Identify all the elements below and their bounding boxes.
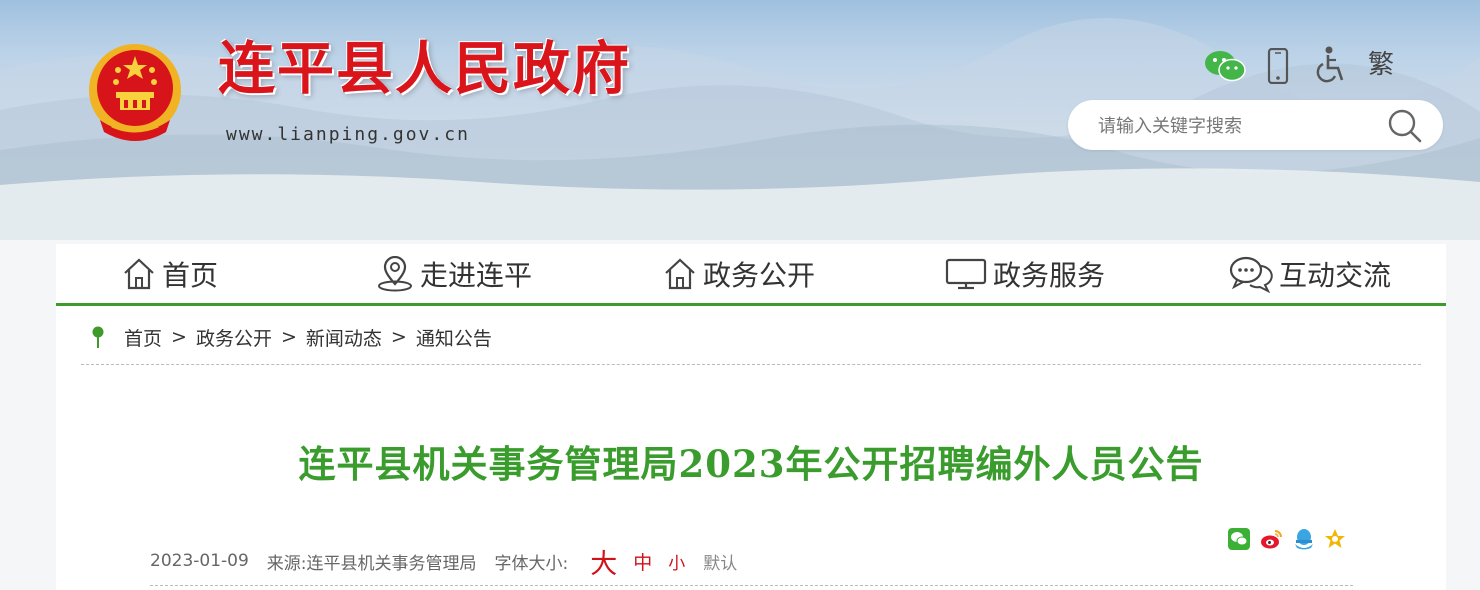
- search-input[interactable]: [1096, 108, 1380, 144]
- location-pin-icon: [92, 326, 104, 348]
- nav-label: 互动交流: [1279, 258, 1392, 292]
- divider: [81, 364, 1421, 365]
- nav-label: 政务公开: [703, 258, 816, 292]
- source-label: 来源:: [266, 553, 307, 574]
- traditional-chinese-toggle[interactable]: 繁: [1368, 44, 1394, 86]
- nav-label: 政务服务: [993, 258, 1106, 292]
- divider: [150, 585, 1353, 586]
- header-tools: 繁: [1200, 44, 1410, 86]
- nav-label: 走进连平: [420, 258, 533, 292]
- font-size-large-button[interactable]: 大: [590, 542, 617, 581]
- home-icon: [124, 257, 154, 289]
- mobile-icon[interactable]: [1267, 47, 1289, 88]
- site-url: www.lianping.gov.cn: [226, 124, 470, 145]
- article-meta: 2023-01-09 来源: 连平县机关事务管理局 字体大小: 大 中 小 默认: [150, 546, 737, 580]
- weibo-share-icon[interactable]: [1260, 528, 1284, 554]
- font-size-label: 字体大小:: [494, 553, 569, 574]
- font-size-medium-button[interactable]: 中: [633, 548, 652, 575]
- main-nav: 首页 走进连平 政务公开 政务服务 互动交流: [56, 244, 1446, 306]
- wechat-share-icon[interactable]: [1228, 528, 1250, 554]
- nav-item-government-affairs[interactable]: 政务公开: [663, 244, 815, 303]
- search-icon[interactable]: [1387, 108, 1423, 148]
- favorite-icon[interactable]: [1324, 528, 1346, 554]
- search-box: [1068, 100, 1443, 150]
- chat-icon: [1229, 256, 1273, 293]
- breadcrumb-notices[interactable]: 通知公告: [416, 324, 492, 351]
- article-title: 连平县机关事务管理局2023年公开招聘编外人员公告: [298, 442, 1204, 486]
- publish-date: 2023-01-09: [150, 551, 249, 571]
- site-title: 连平县人民政府: [218, 35, 631, 102]
- breadcrumb-news[interactable]: 新闻动态: [306, 324, 382, 351]
- breadcrumb-government-affairs[interactable]: 政务公开: [196, 324, 272, 351]
- font-size-default-button[interactable]: 默认: [703, 549, 737, 574]
- breadcrumb-separator: >: [171, 326, 187, 348]
- accessibility-icon[interactable]: [1314, 46, 1346, 88]
- breadcrumb: 首页 > 政务公开 > 新闻动态 > 通知公告: [92, 320, 492, 354]
- nav-item-interaction[interactable]: 互动交流: [1229, 244, 1391, 303]
- home-icon: [665, 257, 695, 289]
- national-emblem-logo[interactable]: [82, 40, 188, 148]
- location-icon: [378, 255, 412, 291]
- article-container: 首页 > 政务公开 > 新闻动态 > 通知公告 连平县机关事务管理局2023年公…: [56, 306, 1446, 590]
- wechat-icon[interactable]: [1204, 50, 1246, 86]
- nav-item-home[interactable]: 首页: [122, 244, 218, 303]
- breadcrumb-home[interactable]: 首页: [124, 324, 162, 351]
- breadcrumb-separator: >: [390, 326, 407, 348]
- nav-item-government-services[interactable]: 政务服务: [945, 244, 1105, 303]
- font-size-small-button[interactable]: 小: [668, 549, 685, 574]
- nav-item-about-lianping[interactable]: 走进连平: [376, 244, 532, 303]
- qq-share-icon[interactable]: [1292, 528, 1316, 554]
- nav-label: 首页: [162, 258, 219, 292]
- source-value: 连平县机关事务管理局: [306, 553, 477, 574]
- breadcrumb-separator: >: [280, 326, 297, 348]
- monitor-icon: [945, 258, 987, 289]
- site-header: 连平县人民政府 www.lianping.gov.cn 繁 请输入关键字搜索: [0, 0, 1480, 240]
